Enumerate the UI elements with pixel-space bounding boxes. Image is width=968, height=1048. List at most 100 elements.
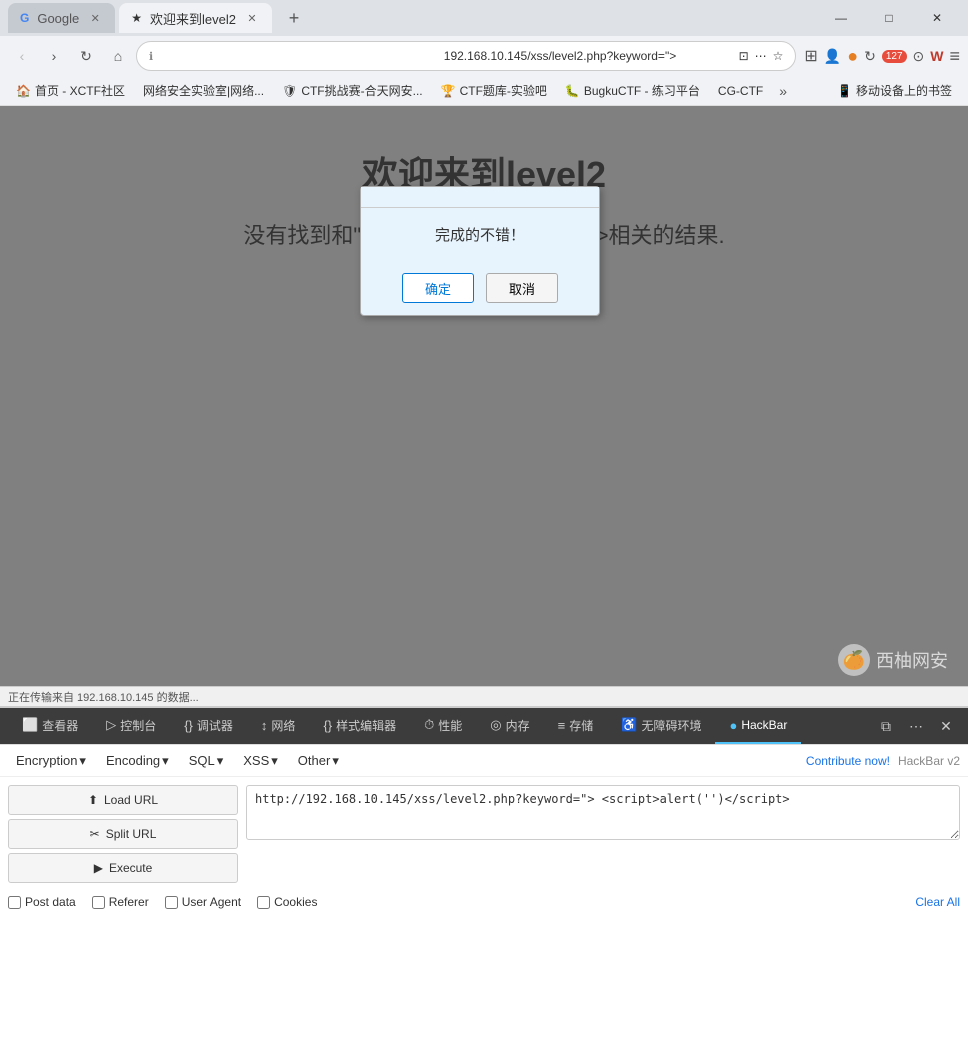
maximize-button[interactable]: □ — [866, 2, 912, 34]
devtools-tab-debugger[interactable]: {} 调试器 — [170, 708, 247, 744]
address-input[interactable]: ℹ 192.168.10.145/xss/level2.php?keyword=… — [136, 41, 796, 71]
execute-button[interactable]: ▶ Execute — [8, 853, 238, 883]
execute-icon: ▶ — [94, 861, 103, 875]
devtools-undock-button[interactable]: ⧉ — [872, 712, 900, 740]
close-button[interactable]: ✕ — [914, 2, 960, 34]
cookies-label: Cookies — [274, 895, 317, 909]
bookmark-bugku-label: BugkuCTF - 练习平台 — [584, 82, 700, 99]
split-url-label: Split URL — [106, 827, 157, 841]
referer-input[interactable] — [92, 896, 105, 909]
devtools: ⬜ 查看器 ▷ 控制台 {} 调试器 ↕ 网络 {} 样式编辑器 ⏱ 性能 ◎ … — [0, 706, 968, 917]
forward-button[interactable]: › — [40, 42, 68, 70]
inspector-icon: ⬜ — [22, 717, 38, 733]
tab-close-google[interactable]: ✕ — [87, 10, 103, 26]
devtools-tab-style[interactable]: {} 样式编辑器 — [309, 708, 410, 744]
extensions-icon[interactable]: ⊞ — [804, 46, 817, 66]
account-icon[interactable]: ⊙ — [913, 48, 925, 65]
qr-icon[interactable]: ⊡ — [739, 49, 749, 63]
hackbar-menu-other[interactable]: Other ▾ — [290, 751, 347, 771]
hackbar-url-input[interactable]: http://192.168.10.145/xss/level2.php?key… — [246, 785, 960, 840]
devtools-tab-storage[interactable]: ≡ 存储 — [544, 708, 608, 744]
devtools-tab-network-label: 网络 — [271, 717, 295, 734]
bookmark-more[interactable]: » — [773, 81, 793, 101]
hackbar-menu-other-label: Other — [298, 753, 331, 768]
devtools-tab-memory[interactable]: ◎ 内存 — [476, 708, 543, 744]
bookmark-cgctf[interactable]: CG-CTF — [710, 82, 771, 100]
bookmark-ctf1[interactable]: 🛡 CTF挑战赛-合天网安... — [274, 80, 431, 101]
devtools-tab-hackbar[interactable]: ● HackBar — [715, 708, 801, 744]
hackbar-footer: Post data Referer User Agent Cookies Cle… — [0, 891, 968, 917]
hackbar-menu-encryption-arrow: ▾ — [79, 753, 86, 769]
clear-all-button[interactable]: Clear All — [915, 895, 960, 909]
user-agent-label: User Agent — [182, 895, 241, 909]
devtools-tab-accessibility[interactable]: ♿ 无障碍环境 — [607, 708, 715, 744]
reload-button[interactable]: ↻ — [72, 42, 100, 70]
menu-icon[interactable]: ≡ — [949, 46, 960, 67]
dialog-message: 完成的不错！ — [435, 227, 525, 244]
hackbar-menu-xss[interactable]: XSS ▾ — [235, 751, 286, 771]
devtools-tab-inspector[interactable]: ⬜ 查看器 — [8, 708, 92, 744]
hackbar-contribute-link[interactable]: Contribute now! — [806, 754, 890, 768]
home-button[interactable]: ⌂ — [104, 42, 132, 70]
dialog-cancel-button[interactable]: 取消 — [486, 273, 558, 303]
tab-level2[interactable]: ★ 欢迎来到level2 ✕ — [119, 3, 272, 33]
hackbar-url-area: http://192.168.10.145/xss/level2.php?key… — [246, 785, 960, 883]
status-bar: 正在传输来自 192.168.10.145 的数据... — [0, 686, 968, 706]
hackbar-menu-sql[interactable]: SQL ▾ — [181, 751, 232, 771]
hackbar-menu-encryption-label: Encryption — [16, 753, 77, 768]
url-display: 192.168.10.145/xss/level2.php?keyword="> — [444, 49, 733, 63]
hackbar-menu: Encryption ▾ Encoding ▾ SQL ▾ XSS ▾ Othe… — [0, 745, 968, 777]
referer-checkbox[interactable]: Referer — [92, 895, 149, 909]
devtools-tab-console[interactable]: ▷ 控制台 — [92, 708, 170, 744]
bookmark-xctf[interactable]: 🏠 首页 - XCTF社区 — [8, 80, 133, 101]
hackbar-menu-xss-label: XSS — [243, 753, 269, 768]
more-icon[interactable]: ⋯ — [755, 49, 767, 63]
cookies-input[interactable] — [257, 896, 270, 909]
user-agent-input[interactable] — [165, 896, 178, 909]
cookies-checkbox[interactable]: Cookies — [257, 895, 317, 909]
devtools-actions: ⧉ ⋯ ✕ — [872, 712, 960, 740]
accessibility-icon: ♿ — [621, 717, 637, 733]
w-icon[interactable]: W — [930, 48, 943, 64]
hackbar-tab-icon: ● — [729, 718, 737, 733]
minimize-button[interactable]: — — [818, 2, 864, 34]
tab-google[interactable]: G Google ✕ — [8, 3, 115, 33]
bookmark-bugku[interactable]: 🐛 BugkuCTF - 练习平台 — [557, 80, 708, 101]
performance-icon: ⏱ — [424, 717, 434, 733]
watermark: 🍊 西柚网安 — [838, 644, 948, 676]
storage-icon: ≡ — [558, 718, 566, 733]
post-data-input[interactable] — [8, 896, 21, 909]
sync-icon[interactable]: ↻ — [864, 48, 876, 65]
back-button[interactable]: ‹ — [8, 42, 36, 70]
user-agent-checkbox[interactable]: User Agent — [165, 895, 241, 909]
hackbar-menu-encoding-label: Encoding — [106, 753, 160, 768]
devtools-tab-performance[interactable]: ⏱ 性能 — [410, 708, 476, 744]
hackbar: Encryption ▾ Encoding ▾ SQL ▾ XSS ▾ Othe… — [0, 744, 968, 917]
devtools-tab-console-label: 控制台 — [120, 717, 156, 734]
tab-close-level2[interactable]: ✕ — [244, 10, 260, 26]
bookmark-xctf-label: 首页 - XCTF社区 — [35, 82, 125, 99]
watermark-text: 西柚网安 — [876, 647, 948, 673]
debugger-icon: {} — [184, 718, 193, 733]
devtools-tab-bar: ⬜ 查看器 ▷ 控制台 {} 调试器 ↕ 网络 {} 样式编辑器 ⏱ 性能 ◎ … — [0, 708, 968, 744]
profile-icon[interactable]: 👤 — [824, 48, 841, 65]
star-icon[interactable]: ☆ — [773, 49, 784, 63]
devtools-tab-hackbar-label: HackBar — [741, 718, 787, 732]
console-icon: ▷ — [106, 717, 116, 733]
devtools-close-button[interactable]: ✕ — [932, 712, 960, 740]
post-data-checkbox[interactable]: Post data — [8, 895, 76, 909]
execute-label: Execute — [109, 861, 152, 875]
devtools-more-button[interactable]: ⋯ — [902, 712, 930, 740]
dialog-confirm-button[interactable]: 确定 — [402, 273, 474, 303]
new-tab-button[interactable]: + — [280, 4, 308, 32]
split-url-button[interactable]: ✂ Split URL — [8, 819, 238, 849]
bookmark-lab[interactable]: 网络安全实验室|网络... — [135, 80, 272, 101]
hackbar-menu-encryption[interactable]: Encryption ▾ — [8, 751, 94, 771]
devtools-tab-network[interactable]: ↕ 网络 — [247, 708, 310, 744]
load-url-button[interactable]: ⬆ Load URL — [8, 785, 238, 815]
profile2-icon[interactable]: ● — [847, 46, 858, 67]
hackbar-menu-encoding[interactable]: Encoding ▾ — [98, 751, 177, 771]
bookmark-ctf2[interactable]: 🏆 CTF题库-实验吧 — [433, 80, 555, 101]
bookmark-mobile[interactable]: 📱 移动设备上的书签 — [829, 80, 960, 101]
post-data-label: Post data — [25, 895, 76, 909]
